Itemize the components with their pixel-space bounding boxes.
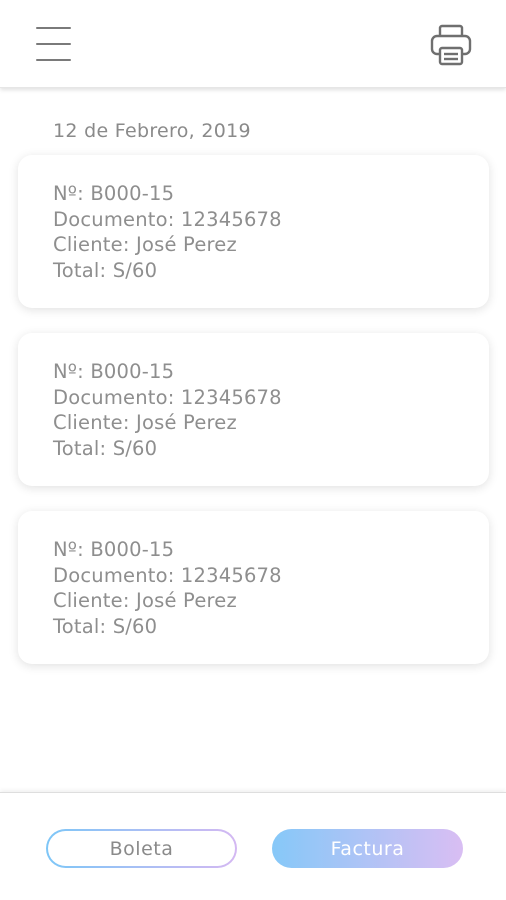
receipt-number: Nº: B000-15 (53, 360, 175, 383)
factura-button[interactable]: Factura (272, 829, 463, 868)
receipt-total: Total: S/60 (53, 614, 158, 638)
app-bar (0, 0, 506, 88)
receipt-document: Documento: 12345678 (53, 563, 282, 587)
receipt-client: Cliente: José Perez (53, 589, 237, 612)
receipt-card[interactable]: Nº: B000-15 Documento: 12345678 Cliente:… (18, 511, 489, 664)
receipt-document: Documento: 12345678 (53, 385, 282, 409)
date-label: 12 de Febrero, 2019 (53, 120, 251, 142)
receipt-total: Total: S/60 (53, 436, 158, 460)
boleta-button-label: Boleta (48, 831, 235, 866)
menu-line (36, 27, 71, 29)
receipt-card[interactable]: Nº: B000-15 Documento: 12345678 Cliente:… (18, 333, 489, 486)
bottom-bar: Boleta Factura (0, 792, 506, 900)
printer-icon[interactable] (428, 22, 474, 68)
receipt-number: Nº: B000-15 (53, 182, 175, 205)
receipt-client: Cliente: José Perez (53, 233, 237, 256)
receipt-number: Nº: B000-15 (53, 538, 175, 561)
menu-line (36, 43, 71, 45)
receipt-client: Cliente: José Perez (53, 411, 237, 434)
receipt-card[interactable]: Nº: B000-15 Documento: 12345678 Cliente:… (18, 155, 489, 308)
receipt-total: Total: S/60 (53, 258, 158, 282)
hamburger-menu-icon[interactable] (34, 24, 74, 64)
receipt-document: Documento: 12345678 (53, 207, 282, 231)
menu-line (36, 59, 71, 61)
boleta-button[interactable]: Boleta (46, 829, 237, 868)
